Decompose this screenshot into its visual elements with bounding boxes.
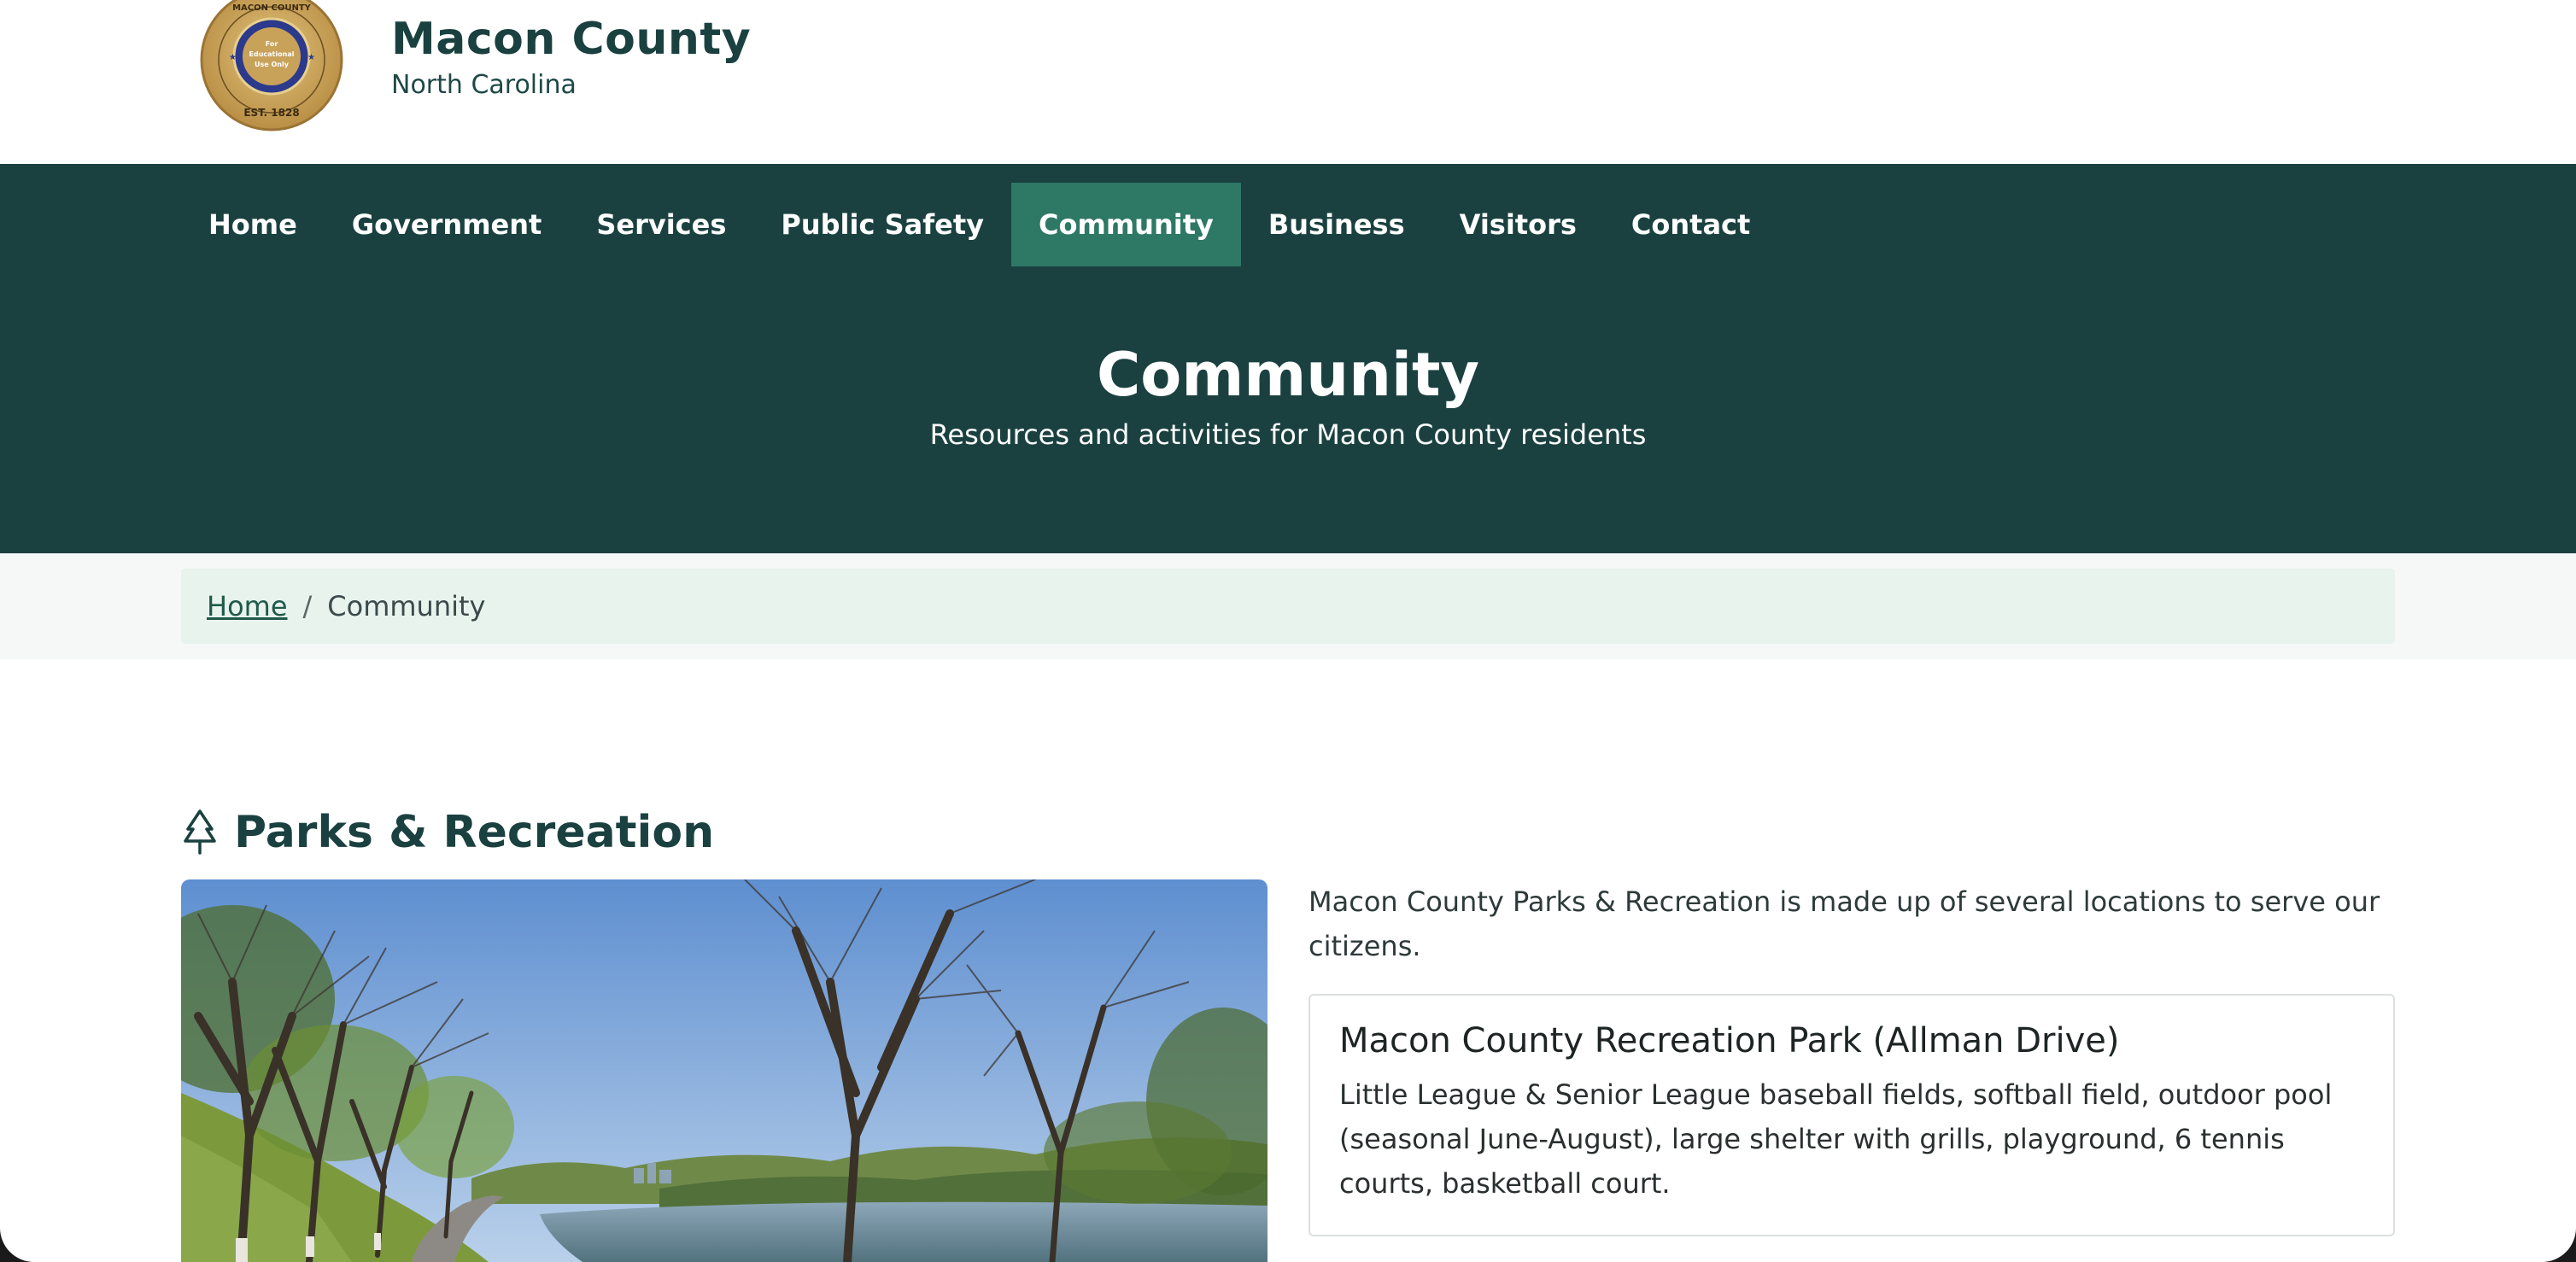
svg-text:★: ★ <box>229 53 237 62</box>
nav-item-home[interactable]: Home <box>181 183 325 266</box>
park-card: Macon County Recreation Park (Allman Dri… <box>1308 994 2395 1236</box>
breadcrumb-band: Home / Community <box>0 553 2576 659</box>
nav-item-public-safety[interactable]: Public Safety <box>753 183 1011 266</box>
parks-intro-text: Macon County Parks & Recreation is made … <box>1308 885 2380 962</box>
svg-text:Use Only: Use Only <box>255 61 290 68</box>
parks-section-heading: Parks & Recreation <box>181 803 714 862</box>
svg-text:EST. 1828: EST. 1828 <box>243 107 299 119</box>
site-header: For Educational Use Only MACON COUNTY ES… <box>0 0 2576 164</box>
nav-item-government[interactable]: Government <box>325 183 570 266</box>
park-card-description: Little League & Senior League baseball f… <box>1339 1078 2333 1200</box>
park-card-title: Macon County Recreation Park (Allman Dri… <box>1339 1021 2120 1060</box>
breadcrumb-home-link[interactable]: Home <box>207 590 288 622</box>
breadcrumb: Home / Community <box>181 569 2395 644</box>
main-nav: Home Government Services Public Safety C… <box>181 183 1777 266</box>
county-seal-logo[interactable]: For Educational Use Only MACON COUNTY ES… <box>200 0 343 131</box>
nav-hero-band: Home Government Services Public Safety C… <box>0 164 2576 553</box>
breadcrumb-separator: / <box>302 590 313 622</box>
breadcrumb-current: Community <box>327 590 486 622</box>
page-subtitle: Resources and activities for Macon Count… <box>929 418 1647 451</box>
window-corner-left <box>0 1228 34 1262</box>
parks-heading-text: Parks & Recreation <box>234 807 715 858</box>
nav-item-visitors[interactable]: Visitors <box>1432 183 1604 266</box>
tree-icon <box>184 809 216 855</box>
svg-text:Educational: Educational <box>249 50 295 58</box>
svg-text:For: For <box>266 40 278 48</box>
site-subtitle: North Carolina <box>391 70 577 100</box>
nav-item-business[interactable]: Business <box>1241 183 1432 266</box>
park-photo <box>181 879 1268 1262</box>
site-title[interactable]: Macon County <box>391 14 751 65</box>
nav-item-contact[interactable]: Contact <box>1604 183 1777 266</box>
svg-text:MACON COUNTY: MACON COUNTY <box>232 3 312 13</box>
window-corner-right <box>2542 1228 2576 1262</box>
svg-text:★: ★ <box>307 53 315 62</box>
page-title: Community <box>1096 340 1480 410</box>
nav-item-services[interactable]: Services <box>569 183 753 266</box>
nav-item-community[interactable]: Community <box>1011 183 1241 266</box>
